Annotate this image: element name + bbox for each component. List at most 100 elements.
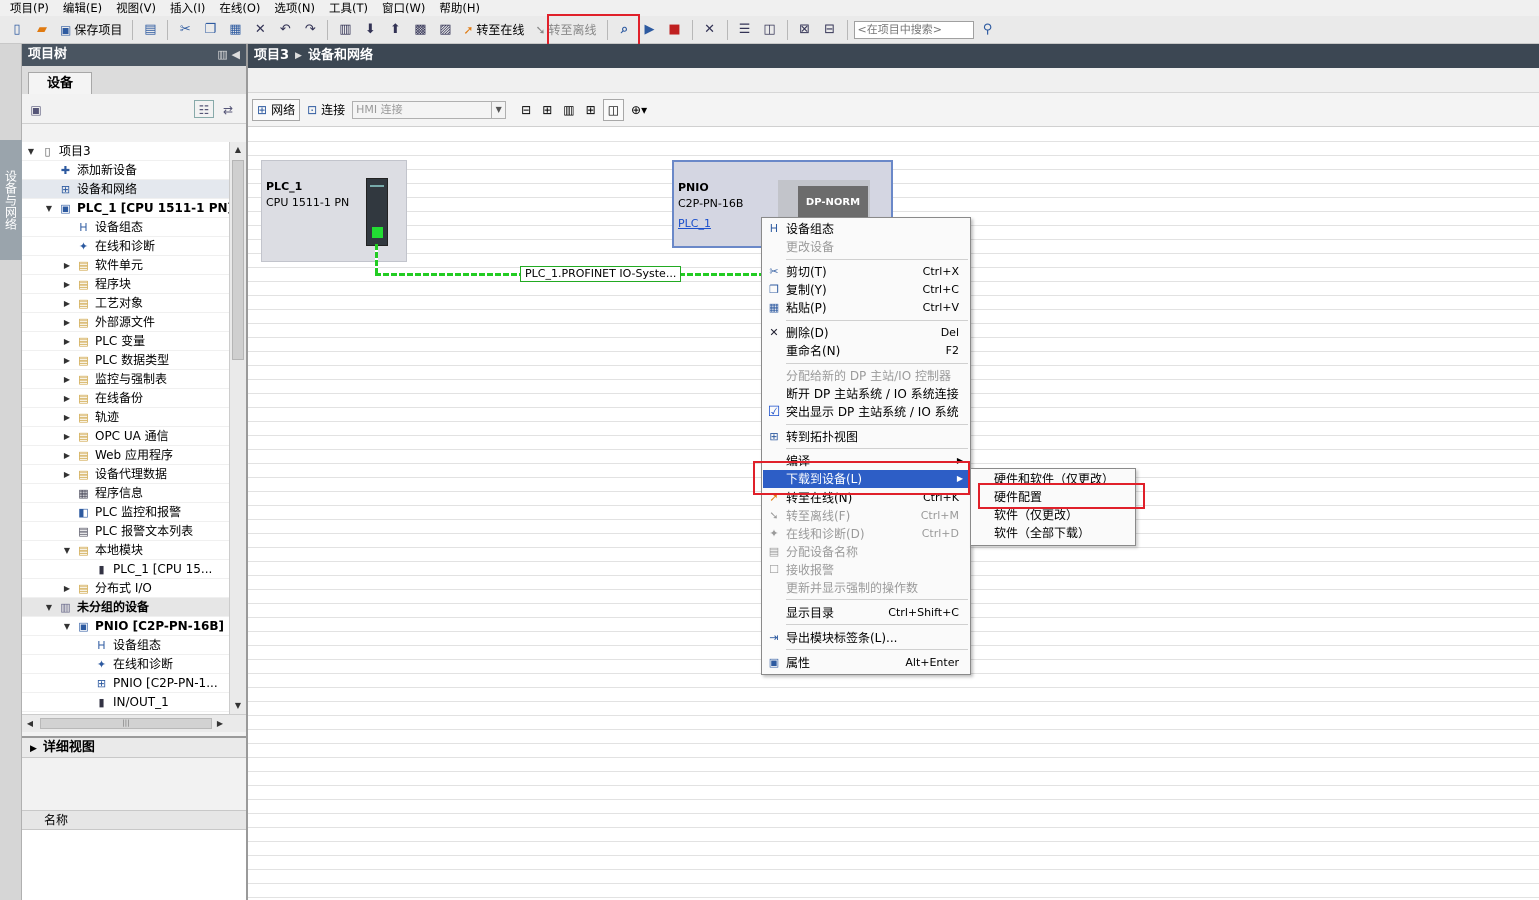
expanded-arrow-icon[interactable]: ▼	[62, 541, 72, 560]
tree-item[interactable]: ▶ ▤ OPC UA 通信	[22, 427, 229, 446]
collapsed-arrow-icon[interactable]: ▶	[62, 446, 72, 465]
download-submenu-item[interactable]: 硬件和软件（仅更改）	[994, 470, 1114, 488]
collapsed-arrow-icon[interactable]: ▶	[62, 370, 72, 389]
context-menu-item[interactable]: ▦ 粘贴(P) Ctrl+V	[763, 299, 969, 317]
download-icon[interactable]: ⬇	[359, 19, 381, 41]
tree-item[interactable]: ▶ ▤ 在线备份	[22, 389, 229, 408]
breadcrumb-project[interactable]: 项目3	[254, 44, 289, 68]
start-cpu-icon[interactable]: ▶	[639, 19, 661, 41]
undo-icon[interactable]: ↶	[274, 19, 296, 41]
menu-tools[interactable]: 工具(T)	[323, 0, 376, 16]
upload-icon[interactable]: ⬆	[384, 19, 406, 41]
tree-item[interactable]: ▼ ▣ PNIO [C2P-PN-16B]	[22, 617, 229, 636]
collapsed-arrow-icon[interactable]: ▶	[62, 351, 72, 370]
download-submenu-item[interactable]: 硬件配置	[994, 488, 1042, 506]
tree-item[interactable]: Ꮋ 设备组态	[22, 218, 229, 237]
tree-item[interactable]: ▶ ▤ 设备代理数据	[22, 465, 229, 484]
tree-item[interactable]: Ꮋ 设备组态	[22, 636, 229, 655]
collapsed-arrow-icon[interactable]: ▶	[62, 408, 72, 427]
tab-devices[interactable]: 设备	[28, 72, 92, 94]
save-window-settings-icon[interactable]: ▥	[559, 99, 578, 121]
search-input[interactable]	[853, 20, 974, 39]
new-group-icon[interactable]: ▣	[26, 100, 46, 118]
collapsed-arrow-icon[interactable]: ▶	[62, 313, 72, 332]
download-submenu-item[interactable]: 软件（全部下载）	[994, 524, 1090, 542]
detail-column-name[interactable]: 名称	[22, 810, 246, 830]
collapsed-arrow-icon[interactable]: ▶	[62, 389, 72, 408]
toggle-overview-icon[interactable]: ◫	[602, 98, 625, 121]
scroll-up-icon[interactable]: ▲	[230, 142, 246, 158]
go-online-button[interactable]: ➚ 转至在线	[459, 19, 528, 41]
expanded-arrow-icon[interactable]: ▼	[44, 199, 54, 218]
menu-edit[interactable]: 编辑(E)	[57, 0, 110, 16]
context-menu-item[interactable]: 重命名(N) F2	[763, 342, 969, 360]
print-icon[interactable]: ▤	[139, 19, 161, 41]
menu-project[interactable]: 项目(P)	[4, 0, 57, 16]
collapsed-arrow-icon[interactable]: ▶	[62, 465, 72, 484]
collapse-panel-icon[interactable]: ▥ ◀	[217, 44, 240, 66]
network-overview-icon[interactable]: ⊞	[538, 99, 556, 121]
context-menu-item[interactable]: 下载到设备(L) ▶	[763, 470, 969, 488]
simulate-icon[interactable]: ▩	[409, 19, 431, 41]
menu-online[interactable]: 在线(O)	[213, 0, 268, 16]
stop-cpu-icon[interactable]: ■	[664, 19, 686, 41]
search-options-icon[interactable]: ⚲	[977, 19, 999, 41]
menu-options[interactable]: 选项(N)	[268, 0, 323, 16]
scroll-right-icon[interactable]: ▶	[212, 715, 228, 732]
connection-type-select[interactable]: HMI 连接 ▼	[352, 100, 507, 119]
tree-item[interactable]: ▼ ▤ 本地模块	[22, 541, 229, 560]
menu-window[interactable]: 窗口(W)	[376, 0, 433, 16]
collapsed-arrow-icon[interactable]: ▶	[62, 579, 72, 598]
tree-item[interactable]: ▶ ▤ Web 应用程序	[22, 446, 229, 465]
collapsed-arrow-icon[interactable]: ▶	[62, 332, 72, 351]
tree-item[interactable]: ✦ 在线和诊断	[22, 655, 229, 674]
context-menu-item[interactable]: ▣ 属性 Alt+Enter	[763, 654, 969, 672]
tree-horizontal-scrollbar[interactable]: ◀ ||| ▶	[22, 714, 246, 732]
horizontal-scroll-thumb[interactable]: |||	[40, 718, 212, 729]
scroll-thumb[interactable]	[232, 160, 244, 360]
expanded-arrow-icon[interactable]: ▼	[44, 598, 54, 617]
tree-item[interactable]: ▶ ▤ PLC 数据类型	[22, 351, 229, 370]
collapsed-arrow-icon[interactable]: ▶	[62, 275, 72, 294]
tree-item[interactable]: ▶ ▤ 轨迹	[22, 408, 229, 427]
tree-item[interactable]: ▶ ▤ 工艺对象	[22, 294, 229, 313]
tree-item[interactable]: ⊞ 设备和网络	[22, 180, 229, 199]
cross-reference-icon[interactable]: ✕	[699, 19, 721, 41]
table-view-icon[interactable]: ⊞	[582, 99, 600, 121]
menu-view[interactable]: 视图(V)	[110, 0, 164, 16]
list-view-icon[interactable]: ☷	[194, 100, 214, 118]
compile-icon[interactable]: ▥	[334, 19, 356, 41]
go-offline-button[interactable]: ➘ 转至离线	[531, 19, 600, 41]
context-menu-item[interactable]: 显示目录 Ctrl+Shift+C	[763, 604, 969, 622]
tree-item[interactable]: ▤ PLC 报警文本列表	[22, 522, 229, 541]
tree-item[interactable]: ✚ 添加新设备	[22, 161, 229, 180]
tree-item[interactable]: ▮ PLC_1 [CPU 15...	[22, 560, 229, 579]
tree-item[interactable]: ▶ ▤ 软件单元	[22, 256, 229, 275]
context-menu-item[interactable]: 编译 ▶	[763, 452, 969, 470]
zoom-icon[interactable]: ⊕▾	[627, 99, 651, 121]
context-menu-item[interactable]: Ꮋ 设备组态	[763, 220, 969, 238]
context-menu-item[interactable]: 断开 DP 主站系统 / IO 系统连接	[763, 385, 969, 403]
accessible-devices-icon[interactable]: ⌕	[614, 19, 636, 41]
tree-item[interactable]: ▼ ▣ PLC_1 [CPU 1511-1 PN]	[22, 199, 229, 218]
save-project-button[interactable]: ▣ 保存项目	[56, 19, 126, 41]
pnio-controller-link[interactable]: PLC_1	[678, 217, 711, 230]
collapsed-arrow-icon[interactable]: ▶	[62, 294, 72, 313]
tree-item[interactable]: ▼ ▥ 未分组的设备	[22, 598, 229, 617]
open-project-icon[interactable]: ▰	[31, 19, 53, 41]
context-menu-item[interactable]: ✂ 剪切(T) Ctrl+X	[763, 263, 969, 281]
start-simulation-icon[interactable]: ▨	[434, 19, 456, 41]
tree-item[interactable]: ▼ ▯ 项目3	[22, 142, 229, 161]
tree-item[interactable]: ▶ ▤ 程序块	[22, 275, 229, 294]
assign-name-icon[interactable]: ⊟	[517, 99, 535, 121]
context-menu-item[interactable]: ⇥ 导出模块标签条(L)...	[763, 629, 969, 647]
close-all-editors-icon[interactable]: ⊠	[794, 19, 816, 41]
profinet-system-label[interactable]: PLC_1.PROFINET IO-Syste...	[520, 266, 682, 282]
split-horizontal-icon[interactable]: ☰	[734, 19, 756, 41]
context-menu-item[interactable]: ⊞ 转到拓扑视图	[763, 428, 969, 446]
collapsed-arrow-icon[interactable]: ▶	[62, 427, 72, 446]
scroll-down-icon[interactable]: ▼	[230, 698, 246, 714]
cut-icon[interactable]: ✂	[174, 19, 196, 41]
expanded-arrow-icon[interactable]: ▼	[26, 142, 36, 161]
tree-vertical-scrollbar[interactable]: ▲ ▼	[229, 142, 246, 714]
